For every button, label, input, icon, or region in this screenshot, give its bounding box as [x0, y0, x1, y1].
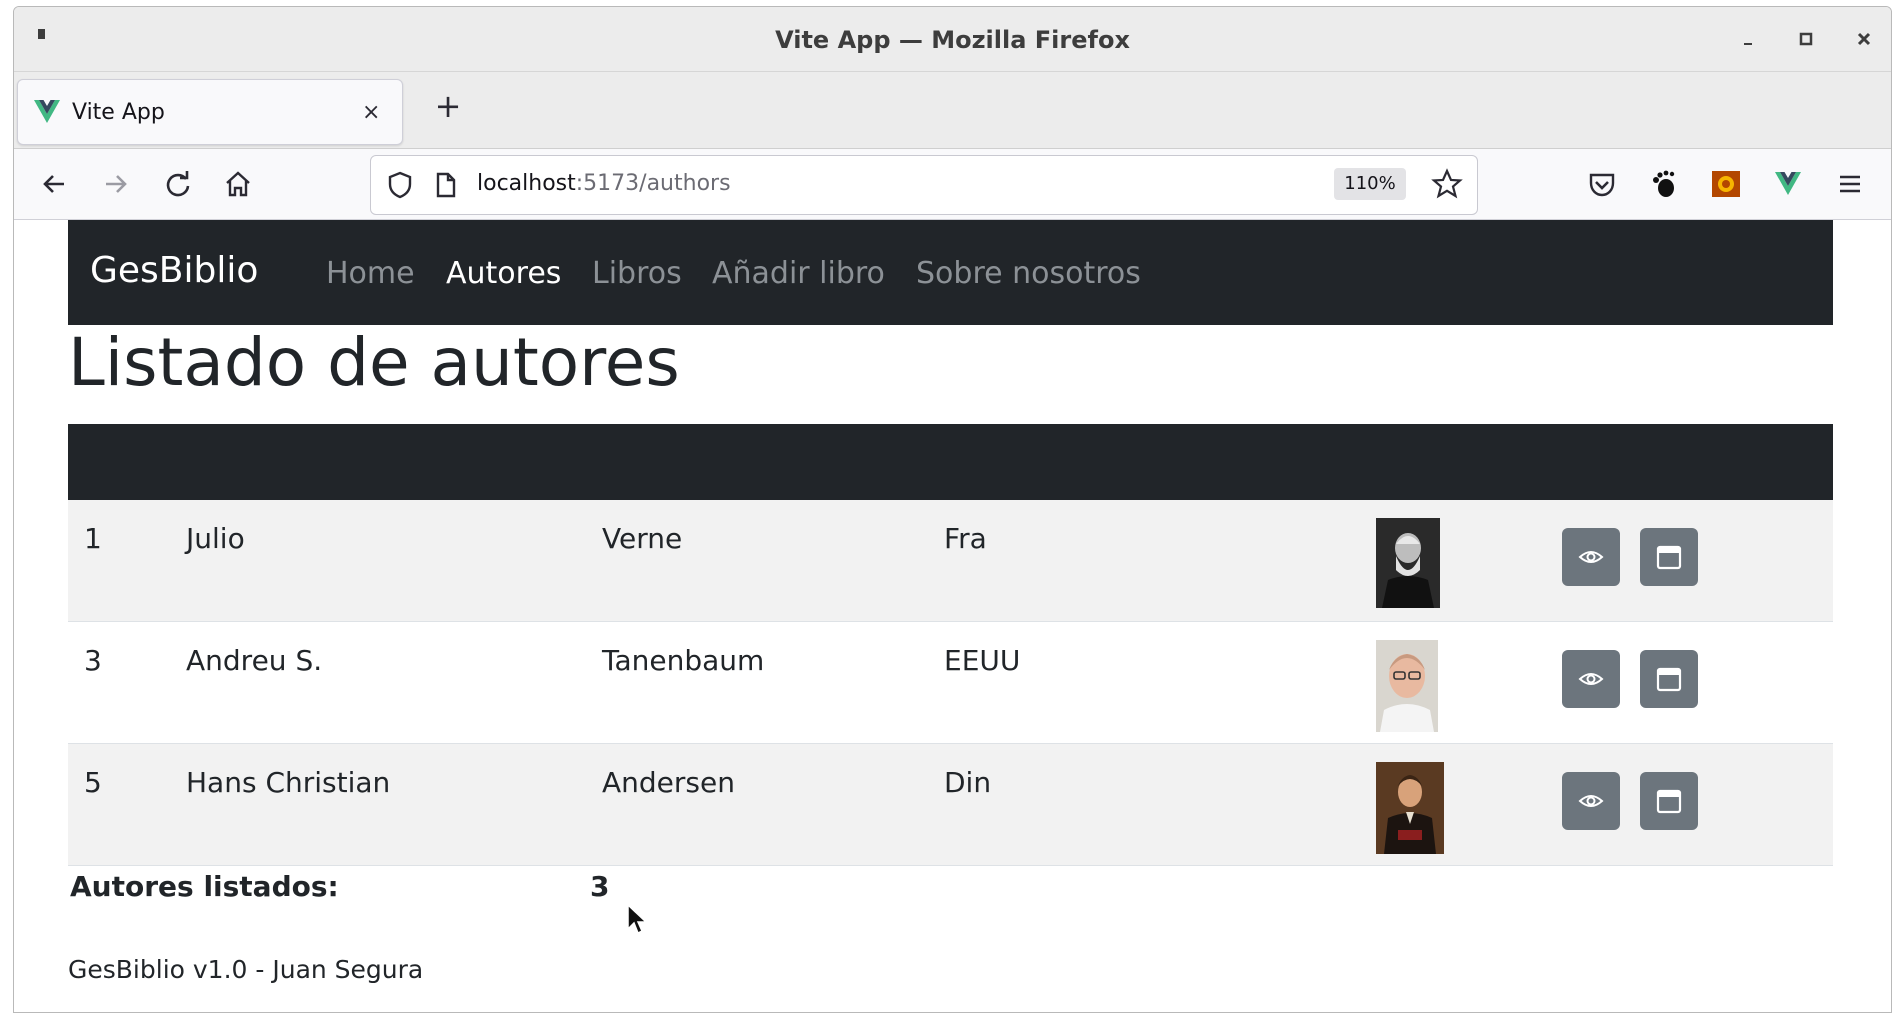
eye-icon: [1578, 551, 1604, 563]
author-id: 1: [84, 522, 102, 555]
new-tab-button[interactable]: +: [428, 86, 468, 126]
tab-close-icon[interactable]: ×: [362, 100, 380, 125]
nav-anadir-libro[interactable]: Añadir libro: [712, 256, 885, 291]
author-name: Hans Christian: [186, 766, 391, 799]
author-country: Fra: [944, 522, 987, 555]
tab-bar: Vite App × +: [14, 72, 1891, 149]
author-id: 5: [84, 766, 102, 799]
page-icon[interactable]: [431, 170, 461, 204]
author-country: Din: [944, 766, 992, 799]
nav-sobre-nosotros[interactable]: Sobre nosotros: [916, 256, 1141, 291]
author-country: EEUU: [944, 644, 1021, 677]
author-surname: Verne: [602, 522, 683, 555]
view-author-button[interactable]: [1562, 650, 1620, 708]
author-photo: [1376, 762, 1444, 858]
vue-devtools-icon[interactable]: [1770, 166, 1806, 202]
reload-icon[interactable]: [160, 166, 196, 202]
app-navbar: GesBiblio Home Autores Libros Añadir lib…: [68, 220, 1833, 325]
maximize-icon[interactable]: [1792, 25, 1820, 53]
minimize-icon[interactable]: [1734, 25, 1762, 53]
footer-text: GesBiblio v1.0 - Juan Segura: [68, 955, 424, 984]
mouse-cursor-icon: [626, 903, 648, 941]
url-host: localhost: [477, 171, 576, 196]
summary-label: Autores listados:: [70, 870, 339, 903]
table-header: [68, 424, 1833, 500]
view-author-button[interactable]: [1562, 528, 1620, 586]
author-surname: Andersen: [602, 766, 735, 799]
author-surname: Tanenbaum: [602, 644, 765, 677]
zoom-level-badge[interactable]: 110%: [1334, 168, 1406, 200]
page-content: GesBiblio Home Autores Libros Añadir lib…: [14, 220, 1891, 1012]
table-row: 5 Hans Christian Andersen Din: [68, 744, 1833, 866]
vue-favicon-icon: [34, 100, 60, 128]
url-path: :5173/authors: [575, 171, 731, 196]
navigation-toolbar: localhost:5173/authors 110%: [14, 149, 1891, 220]
url-text[interactable]: localhost:5173/authors: [477, 171, 731, 196]
brand-logo[interactable]: GesBiblio: [90, 250, 258, 291]
pocket-icon[interactable]: [1584, 166, 1620, 202]
hamburger-menu-icon[interactable]: [1832, 166, 1868, 202]
tab-vite-app[interactable]: Vite App ×: [17, 79, 403, 145]
gnome-foot-icon[interactable]: [1646, 166, 1682, 202]
table-row: 1 Julio Verne Fra: [68, 500, 1833, 622]
close-window-icon[interactable]: [1850, 25, 1878, 53]
author-photo: [1376, 518, 1440, 612]
calendar-author-button[interactable]: [1640, 650, 1698, 708]
view-author-button[interactable]: [1562, 772, 1620, 830]
summary-count: 3: [590, 870, 610, 903]
author-photo: [1376, 640, 1438, 736]
star-icon[interactable]: [1431, 168, 1463, 204]
calendar-icon: [1656, 667, 1682, 692]
shield-icon[interactable]: [385, 170, 415, 204]
home-icon[interactable]: [220, 166, 256, 202]
nav-autores[interactable]: Autores: [446, 256, 561, 291]
url-bar[interactable]: localhost:5173/authors 110%: [370, 155, 1478, 215]
eye-icon: [1578, 673, 1604, 685]
author-name: Julio: [186, 522, 245, 555]
calendar-icon: [1656, 545, 1682, 570]
calendar-author-button[interactable]: [1640, 528, 1698, 586]
extension-icon[interactable]: [1708, 166, 1744, 202]
title-bar: Vite App — Mozilla Firefox: [14, 7, 1891, 72]
nav-libros[interactable]: Libros: [592, 256, 682, 291]
calendar-author-button[interactable]: [1640, 772, 1698, 830]
tab-label: Vite App: [72, 100, 165, 125]
author-id: 3: [84, 644, 102, 677]
nav-home[interactable]: Home: [326, 256, 415, 291]
forward-arrow-icon[interactable]: [98, 166, 134, 202]
browser-window: Vite App — Mozilla Firefox Vite App × +: [13, 6, 1892, 1013]
calendar-icon: [1656, 789, 1682, 814]
window-title: Vite App — Mozilla Firefox: [775, 26, 1130, 54]
table-row: 3 Andreu S. Tanenbaum EEUU: [68, 622, 1833, 744]
eye-icon: [1578, 795, 1604, 807]
author-name: Andreu S.: [186, 644, 323, 677]
page-title: Listado de autores: [68, 324, 680, 401]
back-arrow-icon[interactable]: [36, 166, 72, 202]
